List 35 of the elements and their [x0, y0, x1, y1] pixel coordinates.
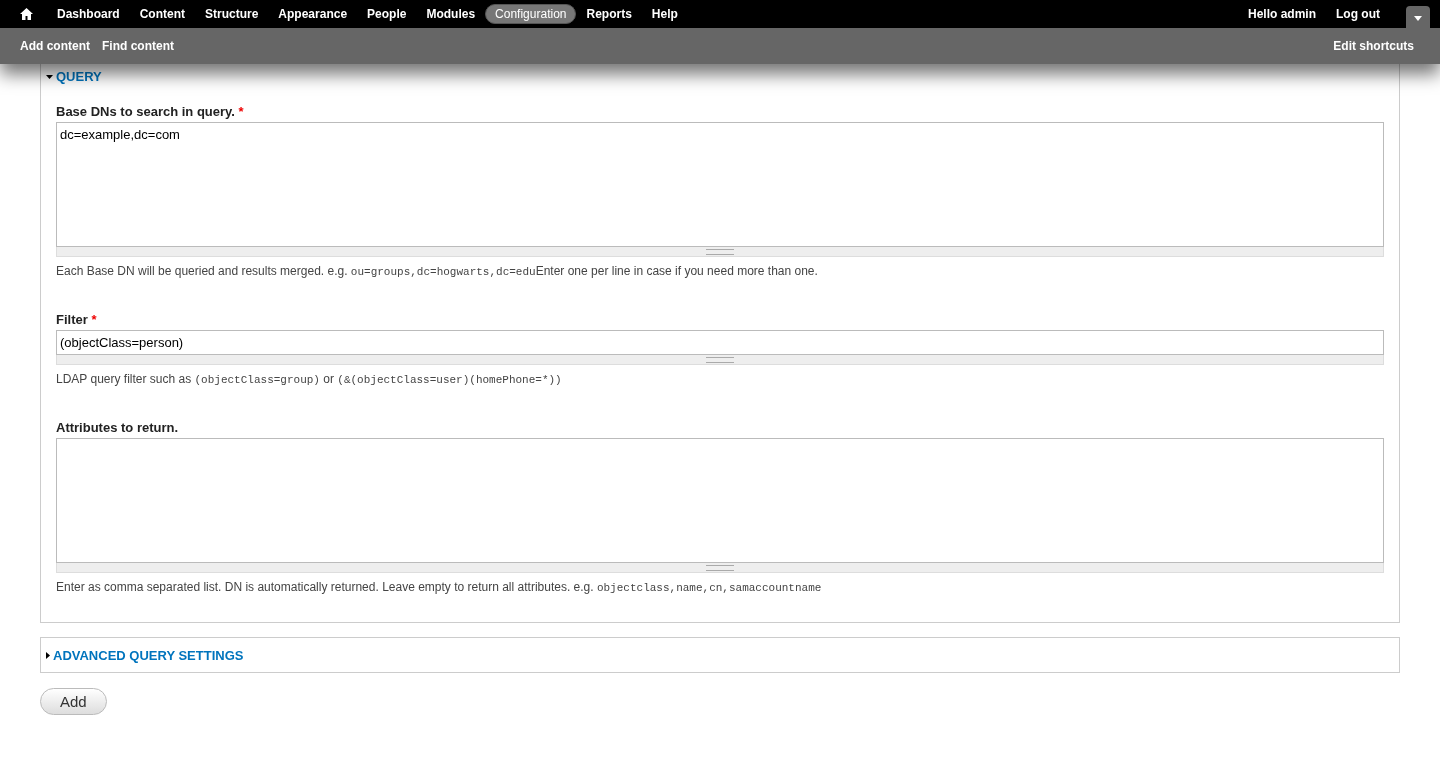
menu-item[interactable]: People [357, 4, 417, 24]
greeting: Hello admin [1247, 6, 1317, 23]
logout-link[interactable]: Log out [1326, 4, 1390, 24]
menu-item[interactable]: Appearance [268, 4, 358, 24]
menu-item[interactable]: Dashboard [47, 4, 130, 24]
text-area[interactable] [56, 438, 1384, 563]
text-area[interactable]: dc=example,dc=com [56, 122, 1384, 247]
resize-handle[interactable] [56, 563, 1384, 573]
field-description: LDAP query filter such as (objectClass=group) or (&(objectClass=user)(homePhone=*)) [56, 372, 563, 386]
caret-icon [1414, 15, 1422, 21]
input-field[interactable]: (objectClass=person) [56, 330, 1384, 355]
resize-handle[interactable] [56, 247, 1384, 257]
menu-item[interactable]: Configuration [485, 4, 577, 24]
grip-icon [706, 356, 734, 363]
home-icon[interactable] [18, 6, 35, 22]
edit-shortcuts-link[interactable]: Edit shortcuts [1327, 39, 1420, 53]
fieldset-toggle[interactable]: ADVANCED QUERY SETTINGS [46, 648, 1384, 663]
menu-item[interactable]: Structure [195, 4, 269, 24]
grip-icon [706, 564, 734, 571]
add-button[interactable]: Add [40, 688, 107, 715]
resize-handle[interactable] [56, 355, 1384, 365]
grip-icon [706, 248, 734, 255]
field-description: Enter as comma separated list. DN is automatically returned. Leave empty to return all attributes. e.g. objectclass,name,cn,samaccountname [56, 580, 823, 594]
field-label: Filter * [56, 312, 98, 327]
field-description: Each Base DN will be queried and results merged. e.g. ou=groups,dc=hogwarts,dc=eduEnter one per line in case if you need more than one. [56, 264, 819, 278]
field-label: Attributes to return. [56, 420, 180, 435]
field-label: Base DNs to search in query. * [56, 104, 245, 119]
shortcut-link[interactable]: Add content [14, 39, 96, 53]
shortcut-link[interactable]: Find content [96, 39, 180, 53]
shortcuts-toggle[interactable] [1406, 6, 1430, 30]
menu-item[interactable]: Reports [576, 4, 642, 24]
menu-item[interactable]: Modules [416, 4, 486, 24]
menu-item[interactable]: Content [129, 4, 195, 24]
fieldset-toggle[interactable]: QUERY [46, 69, 1384, 84]
menu-item[interactable]: Help [641, 4, 688, 24]
